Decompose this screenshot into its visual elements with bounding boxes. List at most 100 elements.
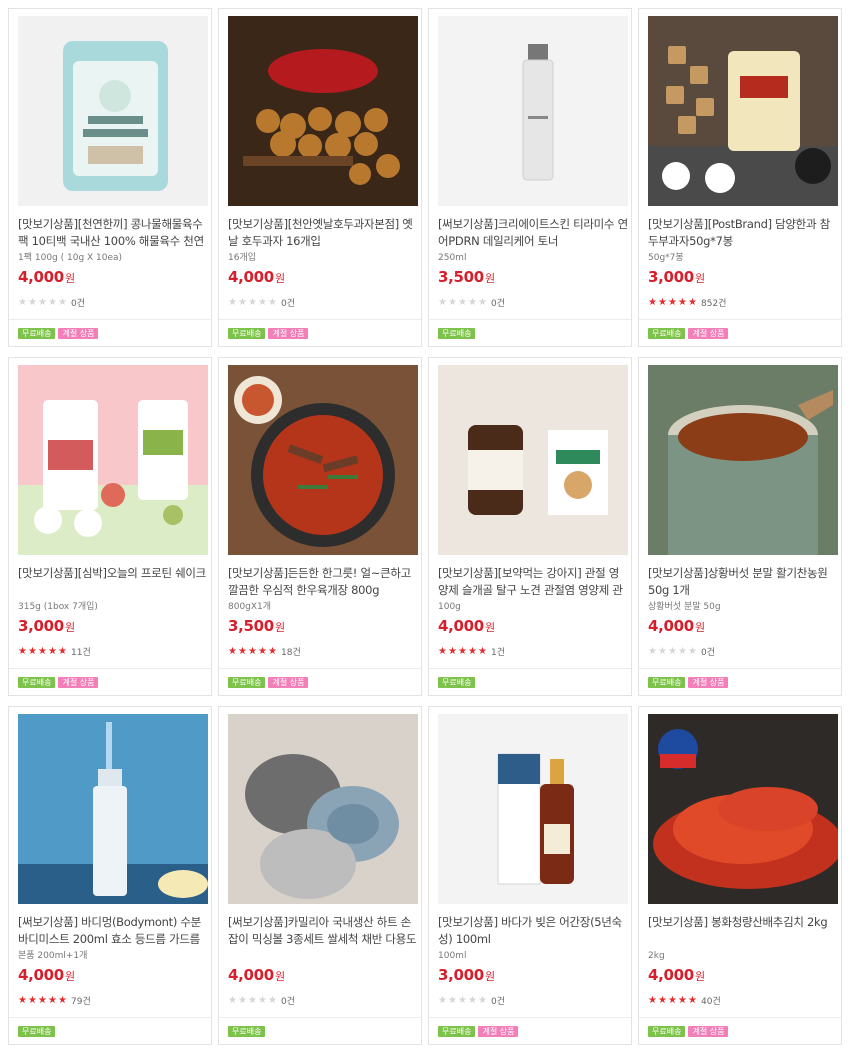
badge-row: 무료배송 계절 상품 bbox=[648, 328, 729, 339]
star-icon: ★ bbox=[18, 994, 27, 1006]
star-icon: ★ bbox=[448, 645, 457, 657]
product-card[interactable]: [맛보기상품][심박]오늘의 프로틴 쉐이크 315g (1box 7개입) 3,0… bbox=[8, 357, 212, 696]
star-icon: ★ bbox=[648, 296, 657, 308]
star-icon: ★ bbox=[248, 645, 257, 657]
free-shipping-badge: 무료배송 bbox=[228, 328, 266, 339]
product-rating: ★ ★ ★ ★ ★ 18건 bbox=[228, 645, 301, 658]
free-shipping-badge: 무료배송 bbox=[438, 677, 476, 688]
fish-sauce-image[interactable] bbox=[438, 714, 628, 904]
seasonal-badge: 계절 상품 bbox=[688, 328, 729, 339]
free-shipping-badge: 무료배송 bbox=[438, 1026, 476, 1037]
star-icon: ★ bbox=[478, 994, 487, 1006]
product-option: 315g (1box 7개입) bbox=[18, 602, 98, 612]
product-card[interactable]: [맛보기상품][천연한끼] 콩나물해물육수팩 10티백 국내산 100% 해물육… bbox=[8, 8, 212, 347]
product-option: 100ml bbox=[438, 951, 467, 961]
product-price: 4,000원 bbox=[648, 966, 705, 984]
product-title[interactable]: [맛보기상품][심박]오늘의 프로틴 쉐이크 bbox=[18, 565, 208, 599]
kimchi-image[interactable] bbox=[648, 714, 838, 904]
product-price: 4,000원 bbox=[228, 966, 285, 984]
product-card[interactable]: [써보기상품]카밀리아 국내생산 하트 손잡이 믹싱볼 3종세트 쌀세척 채반 … bbox=[218, 706, 422, 1045]
badge-row: 무료배송 bbox=[438, 328, 476, 339]
seasonal-badge: 계절 상품 bbox=[268, 677, 309, 688]
product-title[interactable]: [맛보기상품][PostBrand] 담양한과 참두부과자50g*7봉 bbox=[648, 216, 838, 250]
product-title[interactable]: [맛보기상품][천연한끼] 콩나물해물육수팩 10티백 국내산 100% 해물육… bbox=[18, 216, 208, 250]
product-option: 100g bbox=[438, 602, 461, 612]
product-rating: ★ ★ ★ ★ ★ 0건 bbox=[438, 994, 505, 1007]
product-price: 3,000원 bbox=[18, 617, 75, 635]
product-card[interactable]: [맛보기상품]든든한 한그릇! 얼~큰하고 깔끔한 우심적 한우육개장 800g… bbox=[218, 357, 422, 696]
product-title[interactable]: [맛보기상품][천안옛날호두과자본점] 옛날 호두과자 16개입 bbox=[228, 216, 418, 250]
product-title[interactable]: [맛보기상품]상황버섯 분말 활기찬농원 50g 1개 bbox=[648, 565, 838, 599]
price-value: 4,000 bbox=[438, 617, 484, 635]
star-icon: ★ bbox=[28, 645, 37, 657]
star-icon: ★ bbox=[228, 645, 237, 657]
star-icon: ★ bbox=[668, 994, 677, 1006]
product-title[interactable]: [써보기상품]크리에이트스킨 티라미수 연어PDRN 데일리케어 토너 bbox=[438, 216, 628, 250]
star-icon: ★ bbox=[458, 645, 467, 657]
rating-stars: ★ ★ ★ ★ ★ bbox=[228, 994, 278, 1006]
product-option: 2kg bbox=[648, 951, 665, 961]
rating-stars: ★ ★ ★ ★ ★ bbox=[438, 994, 488, 1006]
walnut-cookie-image[interactable] bbox=[228, 16, 418, 206]
star-icon: ★ bbox=[678, 645, 687, 657]
price-value: 3,000 bbox=[438, 966, 484, 984]
product-grid: [맛보기상품][천연한끼] 콩나물해물육수팩 10티백 국내산 100% 해물육… bbox=[8, 8, 842, 1045]
rating-stars: ★ ★ ★ ★ ★ bbox=[18, 994, 68, 1006]
product-card[interactable]: [맛보기상품][보약먹는 강아지] 관절 영양제 슬개골 탈구 노견 관절염 영… bbox=[428, 357, 632, 696]
product-card[interactable]: [맛보기상품][PostBrand] 담양한과 참두부과자50g*7봉 50g*7… bbox=[638, 8, 842, 347]
star-icon: ★ bbox=[238, 296, 247, 308]
free-shipping-badge: 무료배송 bbox=[648, 328, 686, 339]
price-currency: 원 bbox=[64, 272, 75, 285]
product-rating: ★ ★ ★ ★ ★ 40건 bbox=[648, 994, 721, 1007]
price-value: 4,000 bbox=[18, 966, 64, 984]
star-icon: ★ bbox=[668, 645, 677, 657]
product-price: 4,000원 bbox=[18, 268, 75, 286]
dog-supplement-image[interactable] bbox=[438, 365, 628, 555]
product-card[interactable]: [써보기상품]크리에이트스킨 티라미수 연어PDRN 데일리케어 토너 250ml… bbox=[428, 8, 632, 347]
product-title[interactable]: [써보기상품] 바디멍(Bodymont) 수분바디미스트 200ml 효소 등… bbox=[18, 914, 208, 948]
price-currency: 원 bbox=[64, 621, 75, 634]
price-value: 3,500 bbox=[438, 268, 484, 286]
beef-soup-image[interactable] bbox=[228, 365, 418, 555]
star-icon: ★ bbox=[648, 994, 657, 1006]
star-icon: ★ bbox=[688, 645, 697, 657]
star-icon: ★ bbox=[58, 994, 67, 1006]
mushroom-powder-image[interactable] bbox=[648, 365, 838, 555]
star-icon: ★ bbox=[228, 994, 237, 1006]
star-icon: ★ bbox=[238, 645, 247, 657]
product-card[interactable]: [맛보기상품]상황버섯 분말 활기찬농원 50g 1개 상황버섯 분말 50g 4,… bbox=[638, 357, 842, 696]
review-count: 0건 bbox=[71, 299, 86, 309]
product-title[interactable]: [맛보기상품] 바다가 빚은 어간장(5년숙성) 100ml bbox=[438, 914, 628, 948]
price-value: 4,000 bbox=[648, 966, 694, 984]
review-count: 0건 bbox=[491, 997, 506, 1007]
star-icon: ★ bbox=[458, 994, 467, 1006]
tofu-snack-image[interactable] bbox=[648, 16, 838, 206]
card-divider bbox=[9, 668, 211, 669]
star-icon: ★ bbox=[228, 296, 237, 308]
card-divider bbox=[429, 1017, 631, 1018]
mixing-bowl-image[interactable] bbox=[228, 714, 418, 904]
seasonal-badge: 계절 상품 bbox=[688, 677, 729, 688]
star-icon: ★ bbox=[678, 296, 687, 308]
badge-row: 무료배송 계절 상품 bbox=[648, 677, 729, 688]
product-title[interactable]: [써보기상품]카밀리아 국내생산 하트 손잡이 믹싱볼 3종세트 쌀세척 채반 … bbox=[228, 914, 418, 948]
product-card[interactable]: [맛보기상품] 봉화청량산배추김치 2kg 2kg 4,000원 ★ ★ ★ ★ ★ 40건 무료… bbox=[638, 706, 842, 1045]
product-title[interactable]: [맛보기상품]든든한 한그릇! 얼~큰하고 깔끔한 우심적 한우육개장 800g bbox=[228, 565, 418, 599]
star-icon: ★ bbox=[468, 645, 477, 657]
product-card[interactable]: [맛보기상품][천안옛날호두과자본점] 옛날 호두과자 16개입 16개입 4,00… bbox=[218, 8, 422, 347]
product-card[interactable]: [맛보기상품] 바다가 빚은 어간장(5년숙성) 100ml 100ml 3,000… bbox=[428, 706, 632, 1045]
toner-bottle-image[interactable] bbox=[438, 16, 628, 206]
price-currency: 원 bbox=[274, 970, 285, 983]
star-icon: ★ bbox=[688, 296, 697, 308]
protein-shake-image[interactable] bbox=[18, 365, 208, 555]
card-divider bbox=[639, 1017, 841, 1018]
product-title[interactable]: [맛보기상품] 봉화청량산배추김치 2kg bbox=[648, 914, 838, 948]
price-currency: 원 bbox=[484, 970, 495, 983]
broth-pack-image[interactable] bbox=[18, 16, 208, 206]
product-price: 3,500원 bbox=[438, 268, 495, 286]
body-mist-image[interactable] bbox=[18, 714, 208, 904]
star-icon: ★ bbox=[468, 994, 477, 1006]
product-title[interactable]: [맛보기상품][보약먹는 강아지] 관절 영양제 슬개골 탈구 노견 관절염 영… bbox=[438, 565, 628, 599]
seasonal-badge: 계절 상품 bbox=[58, 677, 99, 688]
product-card[interactable]: [써보기상품] 바디멍(Bodymont) 수분바디미스트 200ml 효소 등… bbox=[8, 706, 212, 1045]
